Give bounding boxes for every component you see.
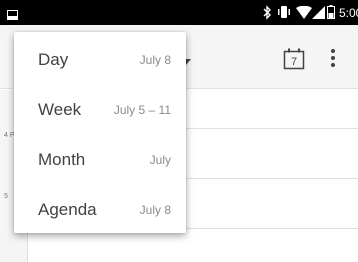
menu-item-agenda[interactable]: Agenda July 8 xyxy=(14,185,186,235)
menu-item-label: Month xyxy=(38,150,86,169)
menu-item-date: July 5 – 11 xyxy=(113,103,171,117)
menu-item-date: July 8 xyxy=(139,53,171,67)
status-bar: 5:00 xyxy=(0,0,358,25)
more-vert-icon[interactable] xyxy=(328,47,338,69)
menu-item-label: Week xyxy=(38,100,82,119)
signal-icon xyxy=(312,6,325,19)
menu-item-date: July xyxy=(149,153,171,167)
vibrate-icon xyxy=(277,5,291,19)
today-calendar-icon[interactable]: 7 xyxy=(283,48,305,70)
status-time: 5:00 xyxy=(339,6,358,20)
wifi-icon xyxy=(296,5,312,19)
menu-item-day[interactable]: Day July 8 xyxy=(14,35,186,85)
view-switcher-menu: Day July 8 Week July 5 – 11 Month July A… xyxy=(14,32,186,233)
menu-item-week[interactable]: Week July 5 – 11 xyxy=(14,85,186,135)
menu-item-date: July 8 xyxy=(139,203,171,217)
menu-item-label: Day xyxy=(38,50,69,69)
notification-icon xyxy=(7,7,18,20)
calendar-screen: 5:00 7 4 PM 5 Day July 8 xyxy=(0,0,358,262)
menu-item-label: Agenda xyxy=(38,200,97,219)
menu-item-month[interactable]: Month July xyxy=(14,135,186,185)
today-day-number: 7 xyxy=(291,56,297,68)
battery-icon xyxy=(327,5,335,19)
hour-label: 5 xyxy=(4,193,8,200)
bluetooth-icon xyxy=(262,5,272,20)
